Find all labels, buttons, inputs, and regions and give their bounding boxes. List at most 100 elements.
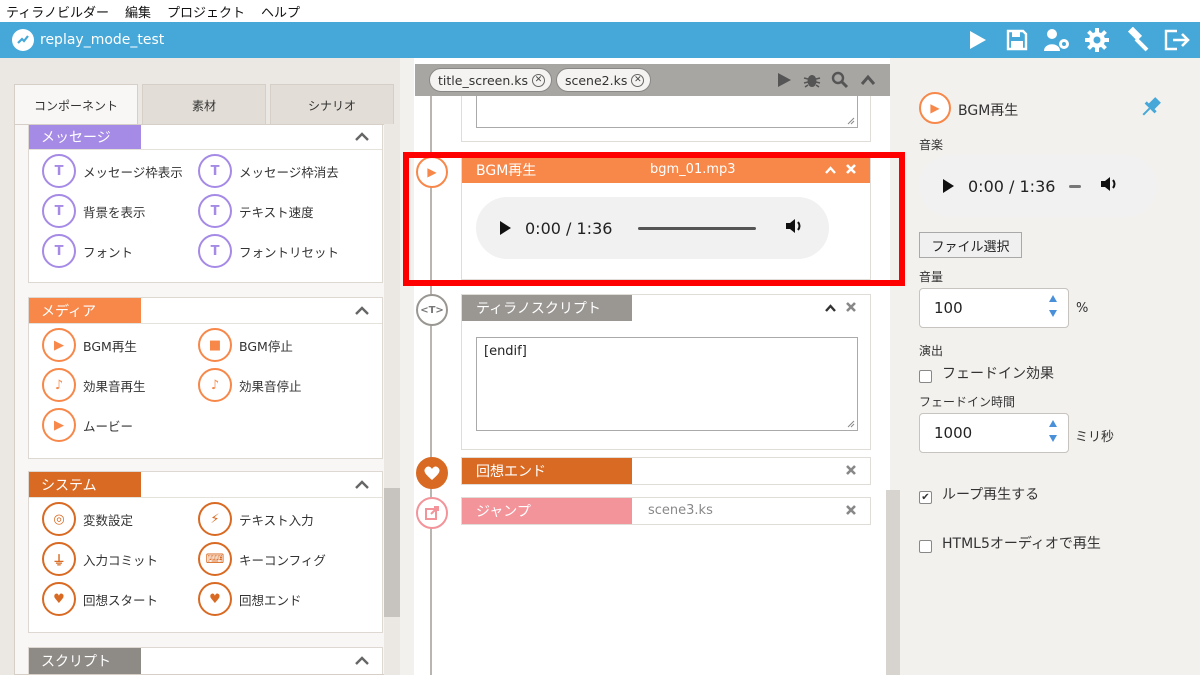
tab-components[interactable]: コンポーネント [14, 84, 138, 126]
category-message-label: メッセージ [29, 125, 141, 149]
scenario-scrollbar-thumb[interactable] [886, 490, 900, 675]
fade-time-label: フェードイン時間 [919, 395, 1016, 409]
script-card-tag: ティラノスクリプト [462, 295, 632, 321]
play-icon[interactable] [962, 26, 992, 54]
chevron-up-icon[interactable] [858, 70, 878, 90]
bgm-play-icon: ▶ [42, 328, 76, 362]
plug-icon: ⏚ [42, 542, 76, 576]
props-audio-progress[interactable] [1069, 184, 1082, 188]
heart-icon [416, 457, 448, 489]
chevron-up-icon[interactable] [342, 648, 382, 674]
menu-bar: ティラノビルダー 編集 プロジェクト ヘルプ [0, 0, 1200, 22]
keyboard-icon: ⌨ [198, 542, 232, 576]
exit-icon[interactable] [1162, 26, 1192, 54]
effect-label: 演出 [919, 344, 944, 358]
close-icon[interactable]: ✕ [631, 73, 645, 87]
spin-up-icon[interactable] [1048, 418, 1058, 428]
users-gear-icon[interactable] [1042, 26, 1072, 54]
script-node-icon: <T> [416, 294, 448, 326]
heart-icon: ♥ [42, 582, 76, 616]
component-text-speed[interactable]: T テキスト速度 [198, 194, 314, 228]
spin-down-icon[interactable] [1048, 434, 1058, 444]
properties-title: BGM再生 [958, 103, 1019, 119]
html5-audio-label: HTML5オーディオで再生 [942, 536, 1101, 552]
fade-in-checkbox[interactable] [919, 370, 932, 383]
settings-gear-icon[interactable] [1082, 26, 1112, 54]
category-script: スクリプト [28, 647, 383, 674]
component-bgm-stop[interactable]: ■ BGM停止 [198, 328, 293, 362]
search-icon[interactable] [830, 70, 850, 90]
component-recall-end[interactable]: ♥ 回想エンド [198, 582, 302, 616]
close-icon[interactable] [846, 464, 856, 478]
pin-icon[interactable] [1138, 94, 1164, 124]
category-message: メッセージ T メッセージ枠表示 T メッセージ枠消去 T 背景を表示 T テキ… [28, 125, 383, 283]
chevron-up-icon[interactable] [342, 125, 382, 149]
app-titlebar: replay_mode_test [0, 22, 1200, 58]
file-tab-title-screen[interactable]: title_screen.ks ✕ [429, 68, 552, 92]
close-icon[interactable]: ✕ [531, 73, 545, 87]
close-icon[interactable] [846, 504, 856, 518]
script-textarea[interactable]: [endif] [476, 337, 858, 431]
spin-down-icon[interactable] [1048, 309, 1058, 319]
chevron-up-icon[interactable] [342, 472, 382, 497]
component-se-stop[interactable]: ♪ 効果音停止 [198, 368, 302, 402]
category-system: システム ◎ 変数設定 ⚡ テキスト入力 ⏚ 入力コミット ⌨ キーコンフィグ [28, 471, 383, 633]
menu-item-help[interactable]: ヘルプ [261, 2, 300, 21]
menu-item-project[interactable]: プロジェクト [167, 2, 245, 21]
music-label: 音楽 [919, 138, 944, 152]
previous-textarea[interactable] [476, 96, 858, 128]
play-icon[interactable] [943, 179, 954, 193]
volume-label: 音量 [919, 270, 944, 284]
font-reset-icon: T [198, 234, 232, 268]
close-icon[interactable] [846, 301, 856, 315]
file-select-button[interactable]: ファイル選択 [919, 232, 1022, 258]
component-se-play[interactable]: ♪ 効果音再生 [42, 368, 146, 402]
loop-checkbox[interactable]: ✔ [919, 491, 932, 504]
app-logo-icon [12, 29, 34, 51]
html5-audio-checkbox[interactable] [919, 540, 932, 553]
fade-time-unit: ミリ秒 [1075, 430, 1115, 445]
component-scrollbar-thumb[interactable] [384, 488, 400, 617]
font-icon: T [42, 234, 76, 268]
fade-time-spinner[interactable]: 1000 [919, 413, 1069, 453]
bug-icon[interactable] [802, 70, 822, 90]
tyrano-script-card[interactable]: ティラノスクリプト [endif] [461, 294, 871, 450]
component-movie[interactable]: ▶ ムービー [42, 408, 133, 442]
play-icon[interactable] [774, 70, 794, 90]
background-show-icon: T [42, 194, 76, 228]
menu-item-edit[interactable]: 編集 [125, 2, 151, 21]
save-icon[interactable] [1002, 26, 1032, 54]
volume-icon[interactable] [1099, 175, 1119, 197]
spin-up-icon[interactable] [1048, 293, 1058, 303]
component-message-show[interactable]: T メッセージ枠表示 [42, 154, 183, 188]
component-font-reset[interactable]: T フォントリセット [198, 234, 339, 268]
bgm-play-icon: ▶ [919, 92, 951, 124]
chevron-up-icon[interactable] [342, 298, 382, 323]
hammer-icon[interactable] [1122, 26, 1152, 54]
tab-assets[interactable]: 素材 [142, 84, 266, 126]
component-key-config[interactable]: ⌨ キーコンフィグ [198, 542, 326, 576]
volume-spinner[interactable]: 100 [919, 288, 1069, 328]
text-speed-icon: T [198, 194, 232, 228]
variable-icon: ◎ [42, 502, 76, 536]
component-font[interactable]: T フォント [42, 234, 133, 268]
component-variable[interactable]: ◎ 変数設定 [42, 502, 133, 536]
fade-in-label: フェードイン効果 [942, 366, 1054, 382]
fade-time-value: 1000 [934, 424, 973, 442]
component-recall-start[interactable]: ♥ 回想スタート [42, 582, 158, 616]
component-commit[interactable]: ⏚ 入力コミット [42, 542, 158, 576]
component-text-input[interactable]: ⚡ テキスト入力 [198, 502, 314, 536]
chevron-up-icon[interactable] [825, 301, 836, 315]
lightning-icon: ⚡ [198, 502, 232, 536]
file-tab-scene2[interactable]: scene2.ks ✕ [555, 68, 652, 92]
highlight-box [403, 152, 905, 286]
recall-end-card[interactable]: 回想エンド [461, 457, 871, 485]
menu-item-app[interactable]: ティラノビルダー [6, 2, 109, 21]
message-hide-icon: T [198, 154, 232, 188]
component-message-hide[interactable]: T メッセージ枠消去 [198, 154, 339, 188]
component-bgm-play[interactable]: ▶ BGM再生 [42, 328, 137, 362]
component-bg-show[interactable]: T 背景を表示 [42, 194, 146, 228]
tab-scenario[interactable]: シナリオ [270, 84, 394, 126]
jump-card[interactable]: ジャンプ scene3.ks [461, 497, 871, 525]
props-audio-player[interactable]: 0:00 / 1:36 [919, 155, 1157, 217]
